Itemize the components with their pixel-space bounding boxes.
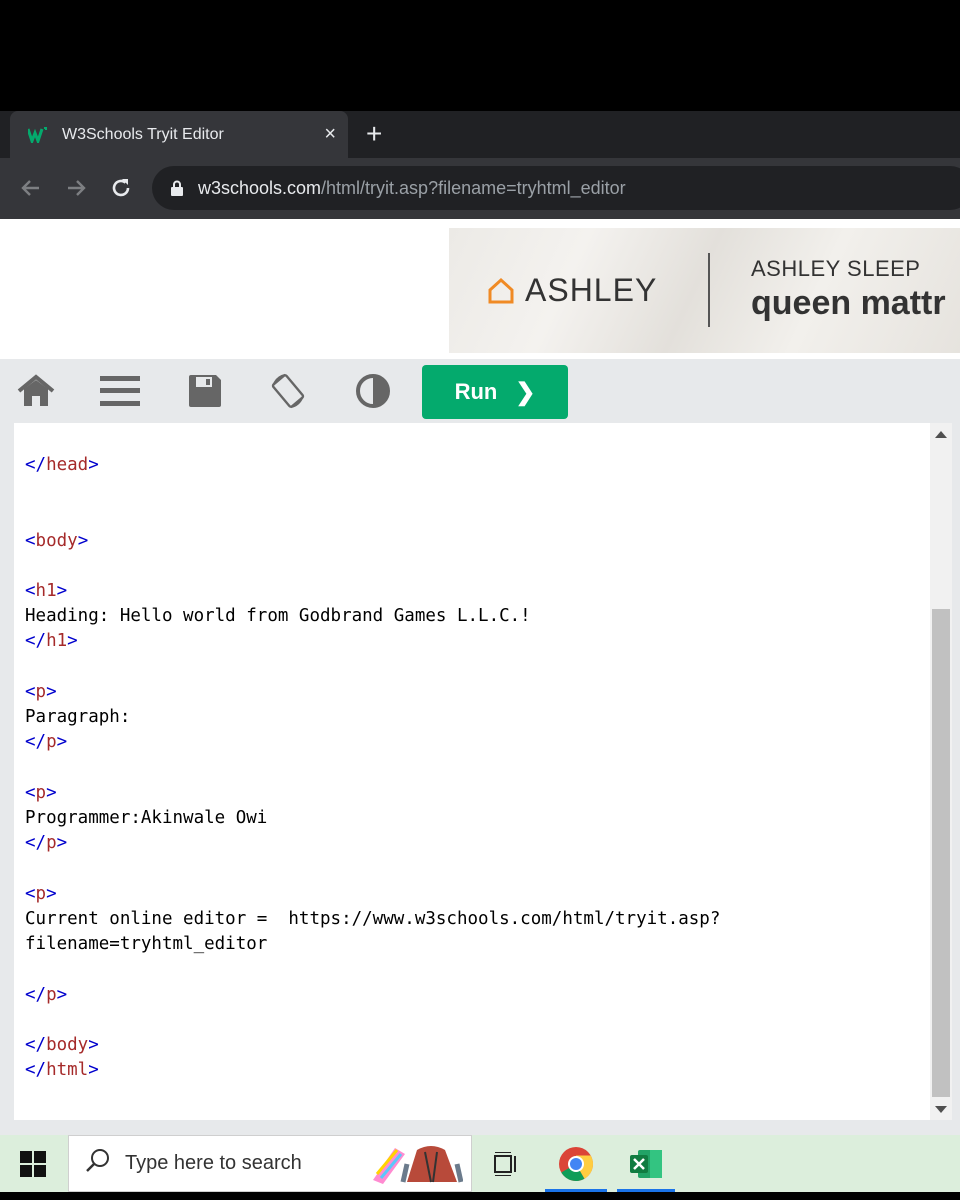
chevron-right-icon: ❯ xyxy=(515,378,536,406)
code-line: </body> xyxy=(25,1035,99,1055)
house-icon xyxy=(487,277,515,305)
save-icon[interactable] xyxy=(185,371,225,411)
search-icon xyxy=(85,1148,111,1179)
reload-icon[interactable] xyxy=(106,173,136,203)
code-line: <body> xyxy=(25,531,89,551)
tab-title: W3Schools Tryit Editor xyxy=(62,125,224,143)
code-line: <p> xyxy=(25,783,57,803)
code-line: <p> xyxy=(25,884,57,904)
bottom-black-bar xyxy=(0,1192,960,1200)
browser-tab[interactable]: W3Schools Tryit Editor × xyxy=(10,111,348,158)
search-highlight-illustration xyxy=(367,1142,464,1186)
chrome-icon[interactable] xyxy=(555,1143,597,1185)
rotate-icon[interactable] xyxy=(268,371,308,411)
code-line: </head> xyxy=(25,455,99,475)
lock-icon xyxy=(170,180,184,196)
scroll-up-arrow-icon[interactable] xyxy=(935,431,947,438)
code-line: </p> xyxy=(25,985,68,1005)
scroll-down-arrow-icon[interactable] xyxy=(935,1106,947,1113)
code-line: filename=tryhtml_editor xyxy=(25,934,268,954)
code-line: </p> xyxy=(25,833,68,853)
ad-brand-logo: ASHLEY xyxy=(487,272,657,309)
address-bar[interactable]: w3schools.com/html/tryit.asp?filename=tr… xyxy=(152,166,960,210)
forward-arrow-icon[interactable] xyxy=(61,173,91,203)
top-black-bar xyxy=(0,0,960,111)
web-page: ASHLEY ASHLEY SLEEP queen mattr Run ❯ </… xyxy=(0,219,960,1135)
code-line: Current online editor = https://www.w3sc… xyxy=(25,909,721,929)
ad-divider xyxy=(708,253,710,327)
code-line: </html> xyxy=(25,1060,99,1080)
ad-brand-text: ASHLEY xyxy=(525,272,658,308)
browser-toolbar: w3schools.com/html/tryit.asp?filename=tr… xyxy=(0,158,960,219)
code-editor[interactable]: </head> <body> <h1> Heading: Hello world… xyxy=(14,423,930,1120)
vertical-scrollbar[interactable] xyxy=(930,423,952,1120)
task-view-icon[interactable] xyxy=(485,1143,527,1185)
taskbar-search-box[interactable]: Type here to search xyxy=(68,1135,472,1192)
code-line: </h1> xyxy=(25,631,78,651)
tab-close-icon[interactable]: × xyxy=(324,123,336,145)
code-line: <p> xyxy=(25,682,57,702)
code-line: Paragraph: xyxy=(25,707,131,727)
search-placeholder: Type here to search xyxy=(125,1152,302,1174)
run-label: Run xyxy=(454,379,498,404)
code-line: Heading: Hello world from Godbrand Games… xyxy=(25,606,531,626)
excel-icon[interactable] xyxy=(625,1143,667,1185)
url-host: w3schools.com xyxy=(198,177,322,198)
code-line: </p> xyxy=(25,732,68,752)
menu-icon[interactable] xyxy=(100,371,140,411)
advertisement-banner[interactable]: ASHLEY ASHLEY SLEEP queen mattr xyxy=(449,228,960,353)
scrollbar-thumb[interactable] xyxy=(932,609,950,1097)
code-editor-area: </head> <body> <h1> Heading: Hello world… xyxy=(0,423,960,1135)
code-line: <h1> xyxy=(25,581,68,601)
windows-taskbar: Type here to search xyxy=(0,1135,960,1192)
editor-toolbar: Run ❯ xyxy=(0,359,960,423)
windows-start-icon[interactable] xyxy=(20,1151,46,1177)
url-path: /html/tryit.asp?filename=tryhtml_editor xyxy=(321,177,626,198)
code-line: Programmer:Akinwale Owi xyxy=(25,808,268,828)
ad-subheadline: queen mattr xyxy=(751,284,946,322)
back-arrow-icon[interactable] xyxy=(16,173,46,203)
home-icon[interactable] xyxy=(16,371,56,411)
new-tab-button[interactable]: + xyxy=(366,120,382,148)
w3schools-logo-icon xyxy=(28,126,52,144)
ad-headline: ASHLEY SLEEP xyxy=(751,256,921,281)
browser-tabstrip: W3Schools Tryit Editor × + xyxy=(0,111,960,158)
run-button[interactable]: Run ❯ xyxy=(422,365,568,419)
contrast-icon[interactable] xyxy=(353,371,393,411)
